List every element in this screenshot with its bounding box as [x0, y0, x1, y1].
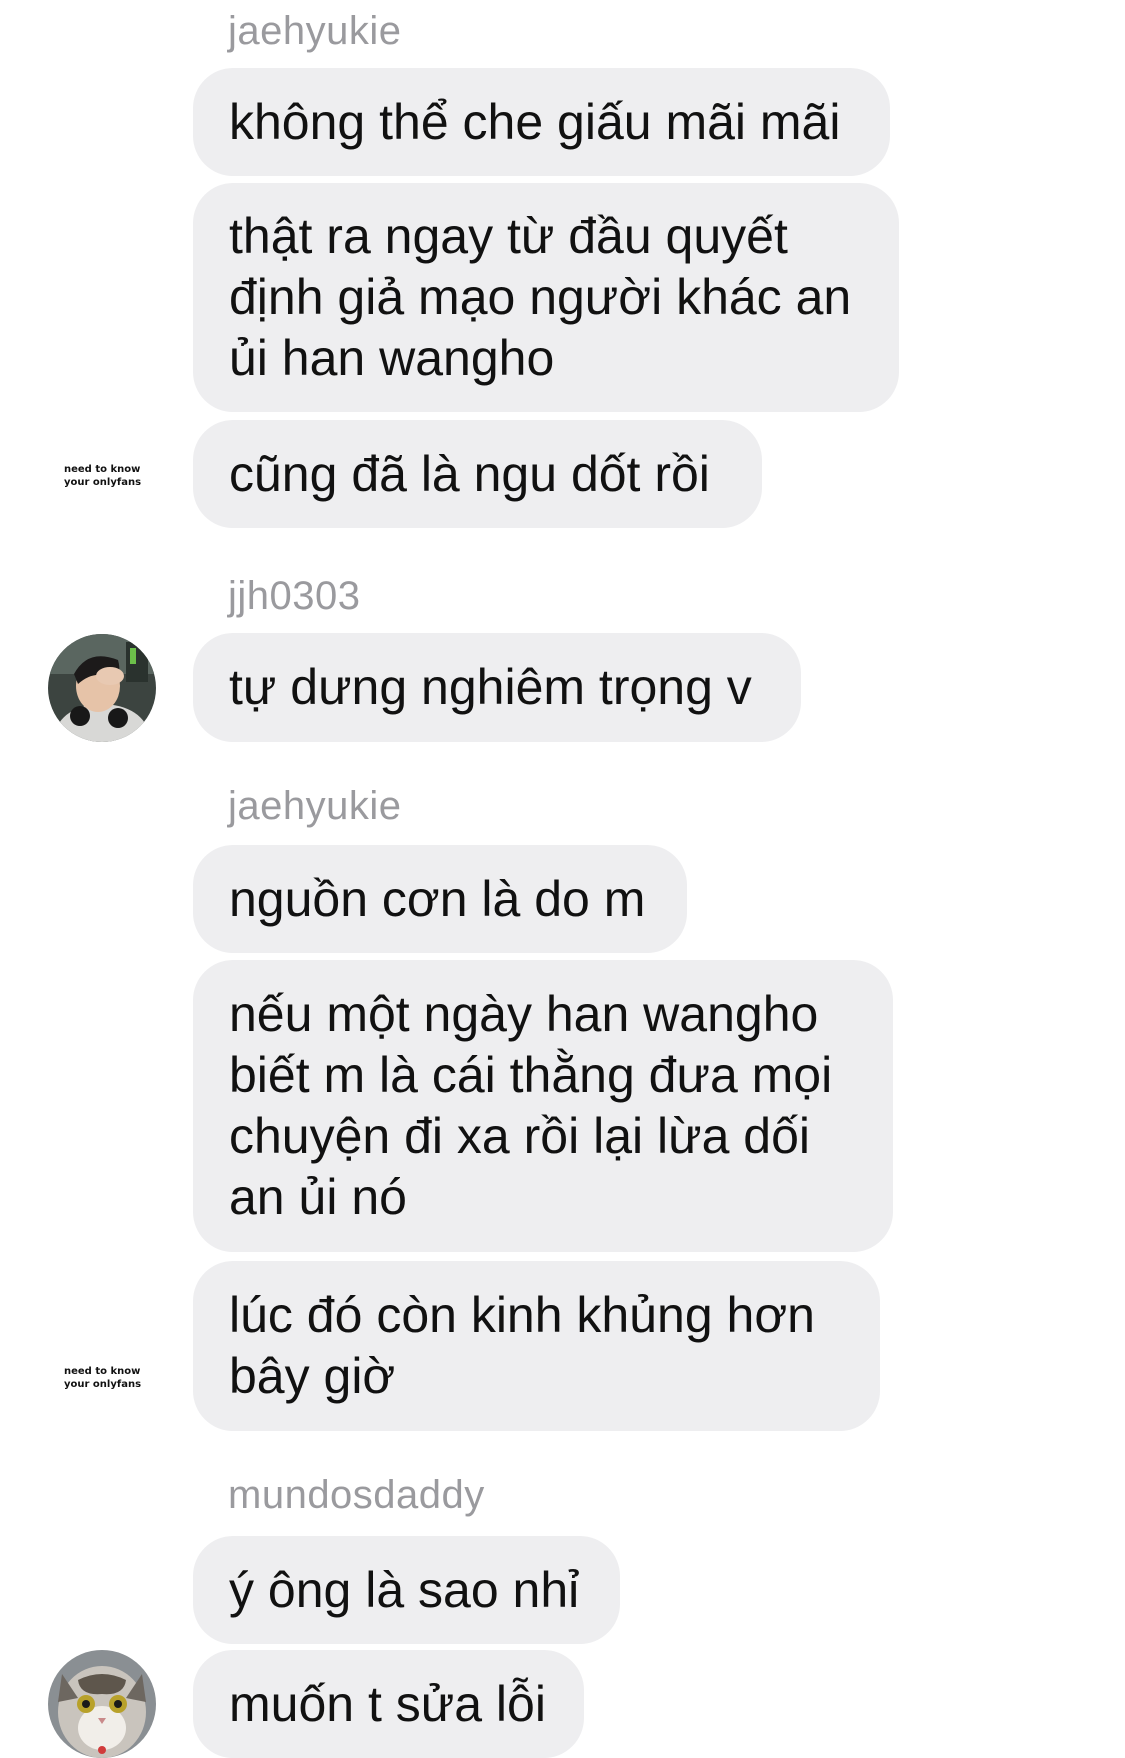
sender-avatar-caption[interactable]: need to know your onlyfans: [64, 463, 154, 489]
message-text: không thể che giấu mãi mãi: [229, 93, 841, 150]
message-text: muốn t sửa lỗi: [229, 1675, 546, 1732]
message-text: chuyện đi xa rồi lại lừa dối: [229, 1108, 811, 1164]
cat-avatar[interactable]: [48, 1650, 156, 1758]
message-text: định giả mạo người khác an: [229, 269, 852, 325]
message-bubble[interactable]: nếu một ngày han wangho biết m là cái th…: [193, 960, 893, 1252]
sender-avatar-caption[interactable]: need to know your onlyfans: [64, 1365, 154, 1391]
message-text: nguồn cơn là do m: [229, 870, 646, 927]
message-text: thật ra ngay từ đầu quyết: [229, 208, 788, 264]
message-text: biết m là cái thằng đưa mọi: [229, 1047, 833, 1103]
message-text: bây giờ: [229, 1348, 396, 1404]
sender-name: jaehyukie: [228, 784, 402, 828]
message-text: lúc đó còn kinh khủng hơn: [229, 1287, 815, 1343]
caption-line: your onlyfans: [64, 477, 142, 488]
message-bubble[interactable]: nguồn cơn là do m: [193, 845, 687, 953]
message-bubble[interactable]: cũng đã là ngu dốt rồi: [193, 420, 762, 528]
caption-line: need to know: [64, 1366, 141, 1377]
message-bubble[interactable]: ý ông là sao nhỉ: [193, 1536, 620, 1644]
message-text: an ủi nó: [229, 1169, 407, 1225]
message-text: cũng đã là ngu dốt rồi: [229, 445, 710, 502]
person-holding-head-avatar[interactable]: [48, 634, 156, 742]
caption-line: your onlyfans: [64, 1379, 142, 1390]
sender-name: jaehyukie: [228, 9, 402, 53]
sender-name: jjh0303: [228, 574, 361, 618]
message-text: ủi han wangho: [229, 330, 555, 386]
message-text: nếu một ngày han wangho: [229, 986, 819, 1042]
message-text: tự dưng nghiêm trọng v: [229, 659, 752, 715]
message-bubble[interactable]: lúc đó còn kinh khủng hơn bây giờ: [193, 1261, 880, 1431]
sender-name: mundosdaddy: [228, 1473, 485, 1517]
message-text: ý ông là sao nhỉ: [229, 1561, 580, 1618]
message-bubble[interactable]: thật ra ngay từ đầu quyết định giả mạo n…: [193, 183, 899, 412]
message-bubble[interactable]: muốn t sửa lỗi: [193, 1650, 584, 1758]
message-bubble[interactable]: không thể che giấu mãi mãi: [193, 68, 890, 176]
message-bubble[interactable]: tự dưng nghiêm trọng v: [193, 633, 801, 742]
caption-line: need to know: [64, 464, 141, 475]
